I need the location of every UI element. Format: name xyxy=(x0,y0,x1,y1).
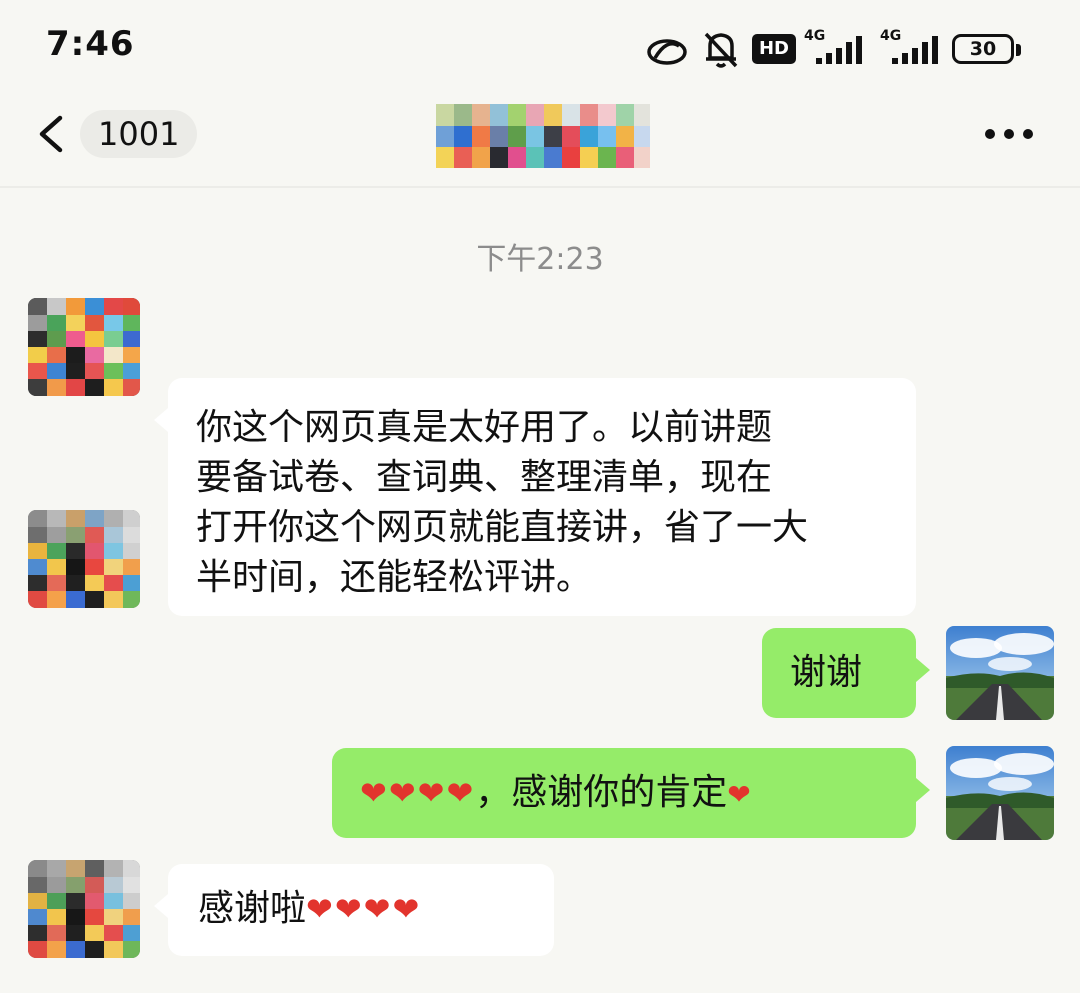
more-icon[interactable] xyxy=(984,122,1034,146)
message-text-line: 半时间，还能轻松评讲。 xyxy=(196,557,593,598)
status-bar: 7:46 HD 4G 4G 30 xyxy=(0,0,1080,100)
eye-protect-icon xyxy=(647,39,687,65)
contact-avatar[interactable] xyxy=(28,860,140,958)
chat-title-mosaic xyxy=(436,104,650,168)
signal-group-1: 4G xyxy=(804,28,864,66)
hd-label: HD xyxy=(758,38,789,59)
battery-icon: 30 xyxy=(952,34,1024,66)
back-chevron-icon[interactable] xyxy=(34,114,68,154)
message-text: 感谢啦 xyxy=(198,888,307,929)
message-text-line: 打开你这个网页就能直接讲，省了一大 xyxy=(196,507,809,548)
battery-level: 30 xyxy=(969,38,997,60)
my-avatar[interactable] xyxy=(946,746,1054,840)
incoming-message-bubble[interactable]: 感谢啦❤❤❤❤ xyxy=(154,864,554,956)
message-text: 谢谢 xyxy=(790,652,863,693)
hd-call-icon: HD xyxy=(752,34,796,64)
message-text-line: 要备试卷、查词典、整理清单，现在 xyxy=(196,457,773,498)
message-text: ，感谢你的肯定 xyxy=(475,772,728,813)
my-avatar[interactable] xyxy=(946,626,1054,720)
bell-muted-icon xyxy=(704,32,738,68)
signal-icon xyxy=(892,36,938,64)
contact-avatar[interactable] xyxy=(28,298,140,396)
unread-count-badge[interactable]: 1001 xyxy=(80,110,198,158)
chat-header: 1001 xyxy=(0,100,1080,188)
incoming-message-bubble[interactable]: 你这个网页真是太好用了。以前讲题 要备试卷、查词典、整理清单，现在 打开你这个网… xyxy=(154,378,916,616)
heart-emoji: ❤ xyxy=(727,778,751,811)
message-timestamp: 下午2:23 xyxy=(476,242,604,277)
signal-group-2: 4G xyxy=(880,28,940,66)
status-time: 7:46 xyxy=(46,24,135,64)
heart-emoji-group: ❤❤❤❤ xyxy=(306,890,422,928)
outgoing-message-bubble[interactable]: 谢谢 xyxy=(762,628,930,718)
contact-avatar[interactable] xyxy=(28,510,140,608)
message-text-line: 你这个网页真是太好用了。以前讲题 xyxy=(196,407,773,448)
heart-emoji-group: ❤❤❤❤ xyxy=(360,774,476,812)
outgoing-message-bubble[interactable]: ❤❤❤❤，感谢你的肯定❤ xyxy=(332,748,930,838)
signal-icon xyxy=(816,36,862,64)
chat-screen: 7:46 HD 4G 4G 30 1001 下午2:23 你这个网页真是太好用了… xyxy=(0,0,1080,993)
